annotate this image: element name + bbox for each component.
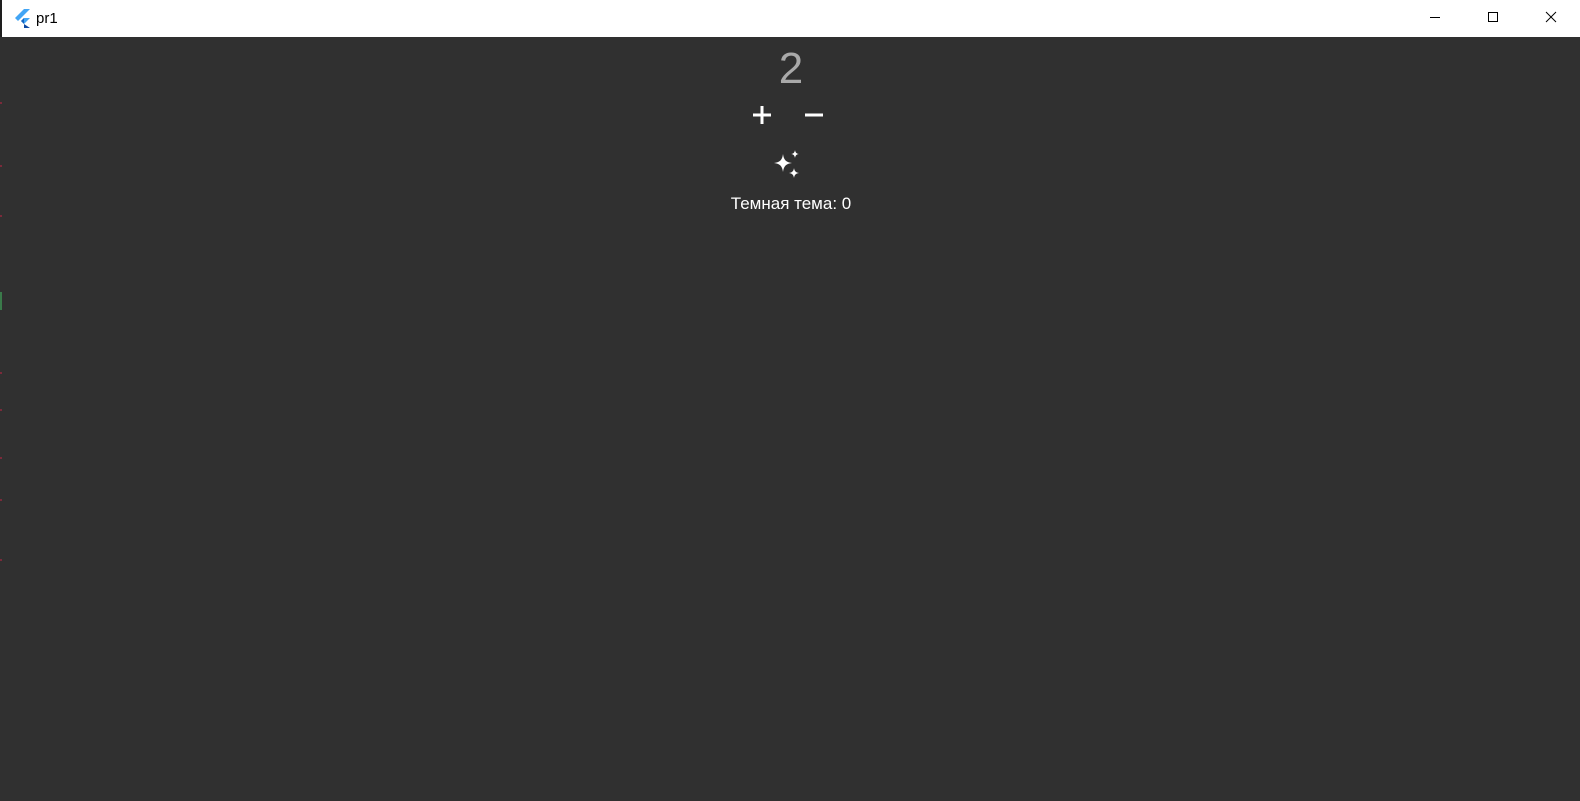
window-title: pr1 — [36, 10, 58, 27]
increment-button[interactable] — [738, 101, 786, 133]
maximize-button[interactable] — [1464, 0, 1522, 37]
minus-icon — [803, 104, 825, 131]
minimize-button[interactable] — [1406, 0, 1464, 37]
title-bar[interactable]: pr1 — [0, 0, 1580, 37]
theme-status-label: Темная тема: 0 — [730, 194, 852, 213]
counter-buttons — [738, 101, 838, 133]
app-window: pr1 2 Темная тема: 0 — [0, 0, 1580, 801]
sparkles-icon — [771, 149, 803, 186]
maximize-icon — [1487, 10, 1499, 28]
main-content: 2 Темная тема: 0 — [2, 37, 1580, 801]
close-button[interactable] — [1522, 0, 1580, 37]
window-controls — [1406, 0, 1580, 37]
flutter-logo-icon — [12, 9, 32, 29]
plus-icon — [751, 104, 773, 131]
counter-value: 2 — [778, 44, 804, 93]
minimize-icon — [1429, 10, 1441, 28]
close-icon — [1545, 10, 1557, 28]
theme-toggle-button[interactable] — [769, 149, 805, 185]
decrement-button[interactable] — [790, 101, 838, 133]
